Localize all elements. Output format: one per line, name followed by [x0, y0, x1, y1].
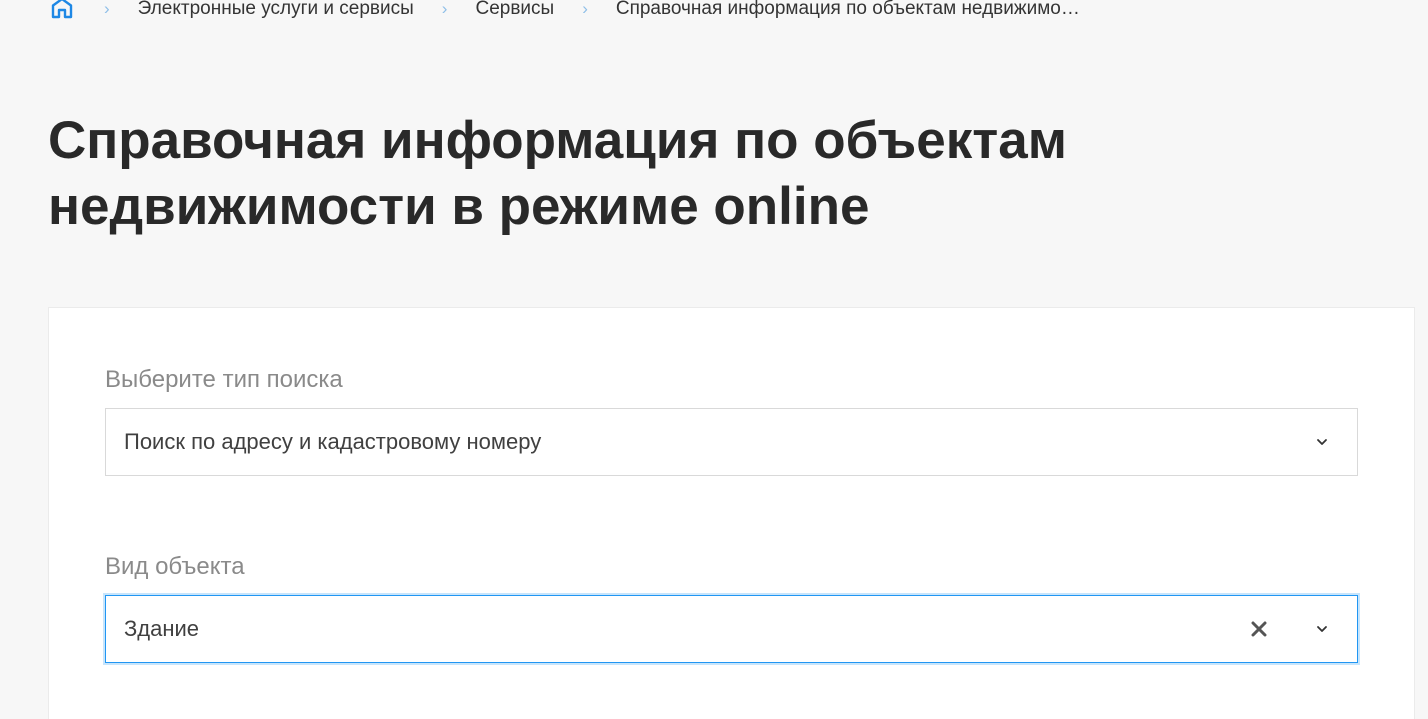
object-type-select[interactable]: Здание: [105, 595, 1358, 663]
search-form-card: Выберите тип поиска Поиск по адресу и ка…: [48, 307, 1415, 719]
search-type-select[interactable]: Поиск по адресу и кадастровому номеру: [105, 408, 1358, 476]
page: › Электронные услуги и сервисы › Сервисы…: [0, 0, 1428, 719]
breadcrumb-current: Справочная информация по объектам недвиж…: [615, 0, 1080, 19]
search-type-label: Выберите тип поиска: [105, 366, 343, 393]
breadcrumb-separator: ›: [582, 0, 588, 18]
object-type-value: Здание: [124, 616, 200, 641]
page-title: Справочная информация по объектам недвиж…: [48, 108, 1148, 240]
clear-icon[interactable]: [1239, 609, 1279, 649]
object-type-label: Вид объекта: [105, 553, 245, 580]
page-title-line2: недвижимости в режиме online: [48, 177, 870, 236]
page-title-line1: Справочная информация по объектам: [48, 111, 1067, 170]
chevron-down-icon[interactable]: [1307, 427, 1337, 457]
breadcrumb: › Электронные услуги и сервисы › Сервисы…: [50, 0, 1080, 24]
home-icon[interactable]: [50, 0, 76, 21]
breadcrumb-services[interactable]: Сервисы: [475, 0, 554, 20]
breadcrumb-separator: ›: [104, 0, 110, 18]
breadcrumb-separator: ›: [441, 0, 448, 18]
chevron-down-icon[interactable]: [1307, 614, 1337, 644]
breadcrumb-electronic-services[interactable]: Электронные услуги и сервисы: [138, 0, 414, 20]
search-type-value: Поиск по адресу и кадастровому номеру: [124, 429, 542, 454]
